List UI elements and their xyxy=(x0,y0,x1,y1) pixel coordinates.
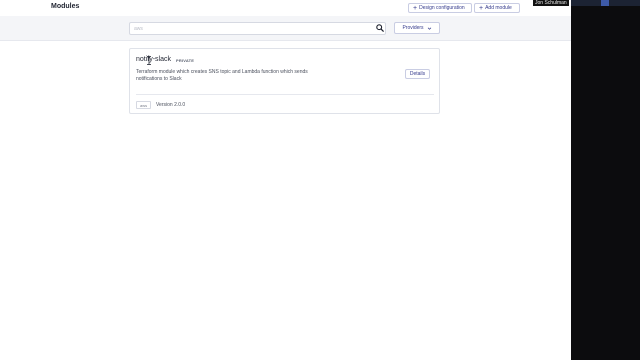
module-search-input[interactable] xyxy=(129,22,386,35)
page-title: Modules xyxy=(51,3,80,10)
modules-page: Modules + Design configuration + Add mod… xyxy=(0,0,571,360)
add-module-button[interactable]: + Add module xyxy=(474,3,520,13)
module-description: Terraform module which creates SNS topic… xyxy=(136,69,308,82)
video-overlay-panel xyxy=(571,0,640,360)
design-configuration-label: Design configuration xyxy=(419,5,465,11)
providers-dropdown[interactable]: Providers xyxy=(394,22,440,34)
module-version: Version 2.0.0 xyxy=(156,102,186,108)
details-button[interactable]: Details xyxy=(405,69,430,79)
participant-video-thumbnail xyxy=(571,0,640,6)
page-header: Modules + Design configuration + Add mod… xyxy=(0,0,571,16)
visibility-badge: PRIVATE xyxy=(176,58,195,63)
text-cursor-icon xyxy=(147,56,151,65)
video-accent xyxy=(601,0,609,6)
module-card[interactable]: notify-slack PRIVATE Terraform module wh… xyxy=(129,48,440,114)
chevron-down-icon xyxy=(427,27,431,30)
plus-icon: + xyxy=(479,4,484,12)
module-name[interactable]: notify-slack xyxy=(136,56,171,63)
provider-tag: aws xyxy=(136,101,152,109)
card-divider xyxy=(136,94,434,95)
design-configuration-button[interactable]: + Design configuration xyxy=(408,3,472,13)
plus-icon: + xyxy=(413,4,418,12)
search-icon[interactable] xyxy=(376,24,384,32)
providers-label: Providers xyxy=(402,25,424,31)
search-bar-section: Providers xyxy=(0,16,571,41)
participant-name-label: Jon Schulman xyxy=(533,0,569,6)
add-module-label: Add module xyxy=(485,5,512,11)
